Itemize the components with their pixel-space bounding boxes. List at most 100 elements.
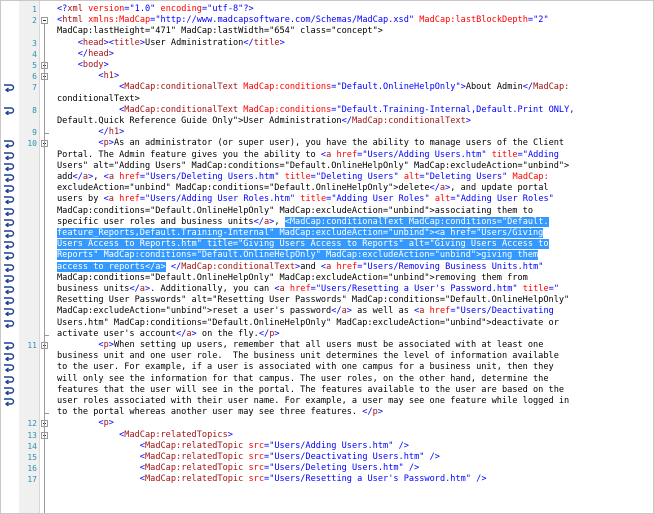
- code-line-text: MadCap:conditions="Default.OnlineHelpOnl…: [57, 205, 533, 216]
- word-wrap-icon: [3, 307, 15, 317]
- code-line-text: Users" alt="Adding Users" MadCap:conditi…: [57, 160, 570, 171]
- line-number: 3: [32, 38, 37, 48]
- code-line-text: <head><title>User Administration</title>: [77, 37, 285, 48]
- code-line[interactable]: Users Access to Reports.htm" title="Givi…: [57, 239, 653, 250]
- line-number: 5: [32, 61, 37, 70]
- code-line[interactable]: features that the user will see in the p…: [57, 385, 653, 396]
- folding-margin: [39, 1, 51, 513]
- code-line[interactable]: Users.htm" MadCap:conditions="Default.On…: [57, 318, 653, 329]
- code-line[interactable]: Portal. The Admin feature gives you the …: [57, 150, 653, 161]
- code-line[interactable]: <MadCap:relatedTopic src="Users/Deleting…: [57, 463, 653, 474]
- code-line[interactable]: <MadCap:relatedTopics>: [57, 430, 653, 441]
- code-line[interactable]: access to reports</a> </MadCap:condition…: [57, 261, 653, 273]
- code-line[interactable]: </h1>: [57, 127, 653, 138]
- text-selection: feature_Reports,Default.Training-Interna…: [57, 228, 544, 238]
- fold-end-marker: [44, 334, 49, 336]
- code-line-text: conditionalText>: [57, 93, 140, 104]
- code-line-text: to the portal whereas another user may s…: [57, 407, 383, 418]
- code-line[interactable]: <p>As an administrator (or super user), …: [57, 138, 653, 149]
- word-wrap-icon: [3, 151, 15, 160]
- code-line-text: MadCap:excludeAction="unbind">reset a us…: [57, 306, 554, 317]
- text-selection: Reports" MadCap:conditions="Default.Onli…: [57, 250, 539, 261]
- word-wrap-icon: [3, 319, 15, 328]
- code-line[interactable]: will only see the information for that c…: [57, 374, 653, 385]
- code-line[interactable]: Users" alt="Adding Users" MadCap:conditi…: [57, 161, 653, 172]
- code-line[interactable]: activate user's account</a> on the fly.<…: [57, 329, 653, 340]
- code-line-text: users by <a href="Users/Adding User Role…: [57, 194, 554, 205]
- code-line[interactable]: <MadCap:conditionalText MadCap:condition…: [57, 82, 653, 93]
- code-line-text: MadCap:lastHeight="471" MadCap:lastWidth…: [57, 26, 383, 37]
- code-line-text: Reports" MadCap:conditions="Default.Onli…: [57, 250, 539, 261]
- text-selection: Users Access to Reports.htm" title="Givi…: [57, 239, 549, 250]
- word-wrap-icon: [3, 397, 15, 406]
- word-wrap-icon: [3, 363, 15, 373]
- code-line-text: Users Access to Reports.htm" title="Givi…: [57, 239, 549, 250]
- code-line-text: </head>: [77, 48, 114, 59]
- code-line[interactable]: conditionalText>: [57, 94, 653, 105]
- code-line[interactable]: <body>: [57, 60, 653, 71]
- word-wrap-icon: [3, 173, 15, 182]
- code-line[interactable]: <MadCap:conditionalText MadCap:condition…: [57, 105, 653, 116]
- code-line[interactable]: <h1>: [57, 71, 653, 82]
- word-wrap-icon: [3, 83, 15, 93]
- code-line[interactable]: </head>: [57, 49, 653, 60]
- code-line[interactable]: feature_Reports,Default.Training-Interna…: [57, 228, 653, 239]
- code-line[interactable]: MadCap:excludeAction="unbind">reset a us…: [57, 306, 653, 317]
- code-line[interactable]: MadCap:conditions="Default.OnlineHelpOnl…: [57, 273, 653, 284]
- xml-code-editor[interactable]: 1 2 3 4 5 6 7 8 9 10 11 12 13 14 15 16 17 <?xml version=…: [0, 0, 654, 514]
- line-number: 11: [27, 341, 37, 350]
- code-line[interactable]: <html xmlns:MadCap="http://www.madcapsof…: [57, 15, 653, 26]
- code-line-text: Default.Quick Reference Guide Only">User…: [57, 116, 471, 126]
- code-line[interactable]: business units</a>. Additionally, you ca…: [57, 284, 653, 295]
- code-line-text: <MadCap:relatedTopic src="Users/Adding U…: [139, 440, 409, 451]
- code-line[interactable]: to the portal whereas another user may s…: [57, 407, 653, 418]
- code-line-text: <html xmlns:MadCap="http://www.madcapsof…: [57, 15, 549, 26]
- code-line-text: to the user. For example, if a user is a…: [57, 362, 554, 373]
- word-wrap-icon: [3, 195, 15, 205]
- code-line[interactable]: Reports" MadCap:conditions="Default.Onli…: [57, 250, 653, 261]
- code-line[interactable]: Resetting User Passwords" alt="Resetting…: [57, 295, 653, 306]
- code-line-text: <MadCap:conditionalText MadCap:condition…: [119, 82, 570, 93]
- line-number-gutter: 1 2 3 4 5 6 7 8 9 10 11 12 13 14 15 16 17: [19, 1, 40, 513]
- code-line-text: </h1>: [98, 127, 125, 138]
- code-line-text: user roles associated with their user na…: [57, 396, 570, 406]
- code-line-text: Resetting User Passwords" alt="Resetting…: [57, 295, 570, 306]
- code-line[interactable]: <p>When setting up users, remember that …: [57, 340, 653, 351]
- text-selection: access to reports</a>: [57, 261, 166, 272]
- code-line[interactable]: MadCap:lastHeight="471" MadCap:lastWidth…: [57, 26, 653, 37]
- text-selection: <MadCap:conditionalText MadCap:condition…: [284, 216, 549, 227]
- line-number: 6: [32, 72, 37, 82]
- code-line[interactable]: MadCap:conditions="Default.OnlineHelpOnl…: [57, 206, 653, 217]
- code-line-text: <MadCap:relatedTopic src="Users/Deleting…: [139, 463, 420, 474]
- line-number: 17: [27, 475, 37, 485]
- word-wrap-icon: [3, 285, 15, 294]
- code-line[interactable]: specific user roles and business units</…: [57, 216, 653, 228]
- code-line[interactable]: Default.Quick Reference Guide Only">User…: [57, 116, 653, 127]
- collapse-fold-icon[interactable]: [41, 17, 48, 25]
- code-line-text: <body>: [77, 60, 109, 70]
- code-line-text: <p>When setting up users, remember that …: [98, 340, 544, 350]
- code-line[interactable]: business unit and one user role. The bus…: [57, 351, 653, 362]
- code-line[interactable]: user roles associated with their user na…: [57, 396, 653, 407]
- word-wrap-icon: [3, 375, 15, 384]
- word-wrap-icon: [3, 263, 15, 272]
- code-line[interactable]: add</a>, <a href="Users/Deleting Users.h…: [57, 172, 653, 183]
- line-number: 12: [27, 419, 37, 429]
- code-line[interactable]: users by <a href="Users/Adding User Role…: [57, 194, 653, 205]
- code-line[interactable]: <MadCap:relatedTopic src="Users/Resettin…: [57, 474, 653, 485]
- code-line[interactable]: <?xml version="1.0" encoding="utf-8"?>: [57, 4, 653, 15]
- word-wrap-icon: [3, 218, 15, 227]
- code-line[interactable]: <head><title>User Administration</title>: [57, 38, 653, 49]
- code-line[interactable]: <MadCap:relatedTopic src="Users/Adding U…: [57, 441, 653, 452]
- code-line[interactable]: to the user. For example, if a user is a…: [57, 362, 653, 373]
- code-line[interactable]: <p>: [57, 418, 653, 429]
- code-line-text: Users.htm" MadCap:conditions="Default.On…: [57, 317, 559, 328]
- fold-guide-line: [44, 24, 45, 513]
- line-number: 7: [32, 83, 37, 93]
- code-line-text: <p>: [98, 418, 114, 429]
- word-wrap-icon: [3, 352, 15, 362]
- code-line[interactable]: <MadCap:relatedTopic src="Users/Deactiva…: [57, 452, 653, 463]
- line-number: 1: [32, 5, 37, 14]
- code-line[interactable]: excludeAction="unbind" MadCap:conditions…: [57, 183, 653, 194]
- fold-end-marker: [44, 133, 49, 135]
